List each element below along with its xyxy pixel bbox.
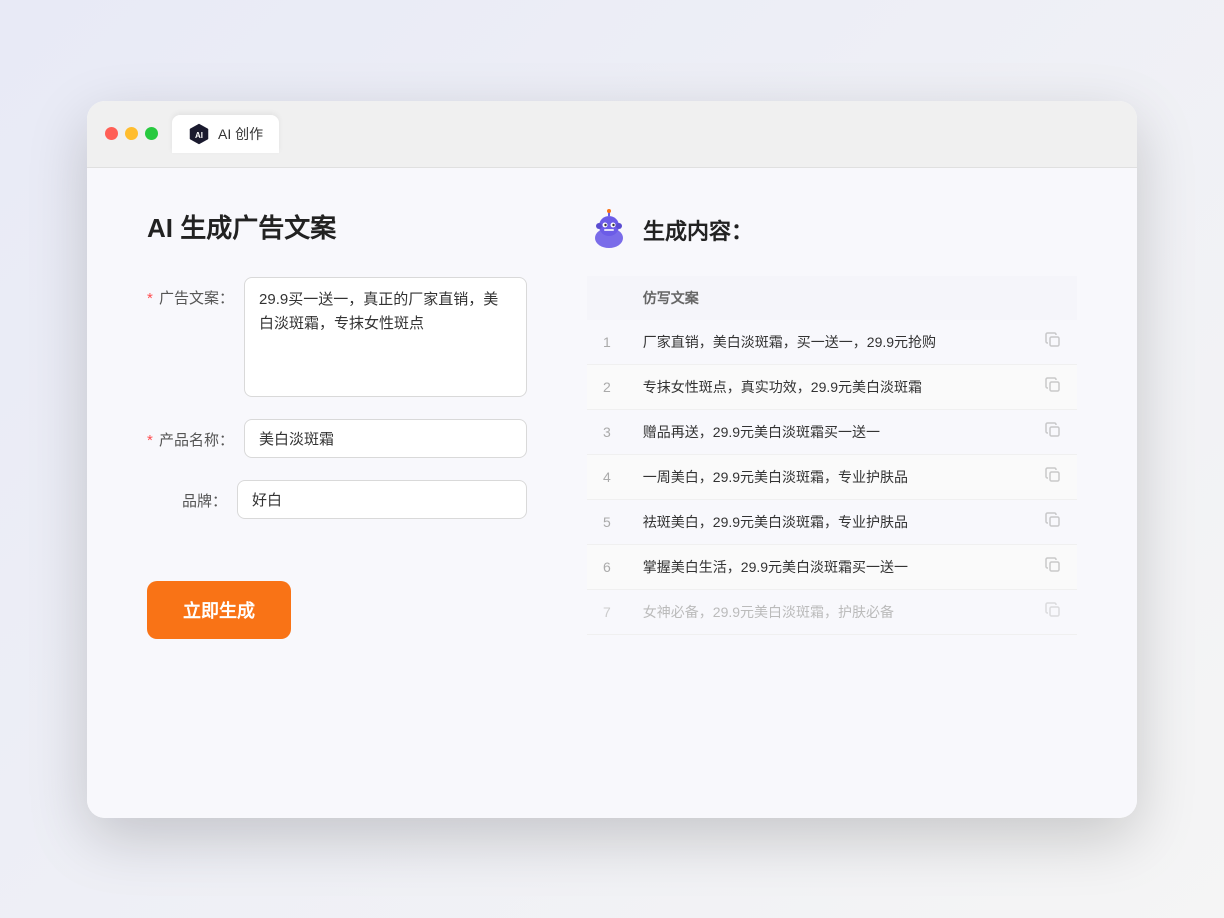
traffic-lights bbox=[105, 127, 158, 140]
table-row: 1厂家直销，美白淡斑霜，买一送一，29.9元抢购 bbox=[587, 320, 1077, 365]
table-row: 3赠品再送，29.9元美白淡斑霜买一送一 bbox=[587, 409, 1077, 454]
copy-button[interactable] bbox=[1019, 499, 1077, 544]
tab-ai-create[interactable]: AI AI 创作 bbox=[172, 115, 279, 153]
result-num: 2 bbox=[587, 364, 627, 409]
titlebar: AI AI 创作 bbox=[87, 101, 1137, 168]
brand-group: 品牌： 好白 bbox=[147, 480, 527, 519]
page-title: AI 生成广告文案 bbox=[147, 208, 527, 245]
browser-content: AI 生成广告文案 * 广告文案： 29.9买一送一，真正的厂家直销，美白淡斑霜… bbox=[87, 168, 1137, 818]
table-row: 7女神必备，29.9元美白淡斑霜，护肤必备 bbox=[587, 589, 1077, 634]
result-text: 赠品再送，29.9元美白淡斑霜买一送一 bbox=[627, 409, 1019, 454]
ai-tab-icon: AI bbox=[188, 123, 210, 145]
copy-button[interactable] bbox=[1019, 409, 1077, 454]
copy-button[interactable] bbox=[1019, 454, 1077, 499]
result-text: 一周美白，29.9元美白淡斑霜，专业护肤品 bbox=[627, 454, 1019, 499]
robot-icon bbox=[587, 208, 631, 252]
close-button[interactable] bbox=[105, 127, 118, 140]
result-num: 1 bbox=[587, 320, 627, 365]
brand-input[interactable]: 好白 bbox=[237, 480, 527, 519]
table-row: 2专抹女性斑点，真实功效，29.9元美白淡斑霜 bbox=[587, 364, 1077, 409]
generate-button[interactable]: 立即生成 bbox=[147, 581, 291, 639]
svg-text:AI: AI bbox=[195, 131, 203, 140]
result-text: 掌握美白生活，29.9元美白淡斑霜买一送一 bbox=[627, 544, 1019, 589]
result-text: 专抹女性斑点，真实功效，29.9元美白淡斑霜 bbox=[627, 364, 1019, 409]
result-num: 6 bbox=[587, 544, 627, 589]
col-num bbox=[587, 276, 627, 320]
product-name-group: * 产品名称： 美白淡斑霜 bbox=[147, 419, 527, 458]
col-header: 仿写文案 bbox=[627, 276, 1019, 320]
tab-label: AI 创作 bbox=[218, 124, 263, 144]
maximize-button[interactable] bbox=[145, 127, 158, 140]
right-panel: 生成内容： 仿写文案 1厂家直销，美白淡斑霜，买一送一，29.9元抢购2专抹女性… bbox=[587, 208, 1077, 778]
col-action bbox=[1019, 276, 1077, 320]
result-num: 5 bbox=[587, 499, 627, 544]
result-text: 厂家直销，美白淡斑霜，买一送一，29.9元抢购 bbox=[627, 320, 1019, 365]
ad-copy-input[interactable]: 29.9买一送一，真正的厂家直销，美白淡斑霜，专抹女性斑点 bbox=[244, 277, 527, 397]
right-title: 生成内容： bbox=[643, 214, 753, 246]
required-star-2: * bbox=[147, 432, 153, 449]
copy-button[interactable] bbox=[1019, 589, 1077, 634]
brand-label: 品牌： bbox=[147, 480, 227, 511]
copy-button[interactable] bbox=[1019, 544, 1077, 589]
product-name-input[interactable]: 美白淡斑霜 bbox=[244, 419, 527, 458]
ad-copy-group: * 广告文案： 29.9买一送一，真正的厂家直销，美白淡斑霜，专抹女性斑点 bbox=[147, 277, 527, 397]
copy-button[interactable] bbox=[1019, 320, 1077, 365]
browser-window: AI AI 创作 AI 生成广告文案 * 广告文案： 29.9买一送一，真正的厂… bbox=[87, 101, 1137, 818]
required-star-1: * bbox=[147, 290, 153, 307]
left-panel: AI 生成广告文案 * 广告文案： 29.9买一送一，真正的厂家直销，美白淡斑霜… bbox=[147, 208, 527, 778]
table-row: 4一周美白，29.9元美白淡斑霜，专业护肤品 bbox=[587, 454, 1077, 499]
ad-copy-label: * 广告文案： bbox=[147, 277, 234, 308]
result-num: 3 bbox=[587, 409, 627, 454]
table-row: 5祛斑美白，29.9元美白淡斑霜，专业护肤品 bbox=[587, 499, 1077, 544]
right-header: 生成内容： bbox=[587, 208, 1077, 252]
minimize-button[interactable] bbox=[125, 127, 138, 140]
copy-button[interactable] bbox=[1019, 364, 1077, 409]
result-num: 7 bbox=[587, 589, 627, 634]
result-num: 4 bbox=[587, 454, 627, 499]
result-text: 祛斑美白，29.9元美白淡斑霜，专业护肤品 bbox=[627, 499, 1019, 544]
results-table: 仿写文案 1厂家直销，美白淡斑霜，买一送一，29.9元抢购2专抹女性斑点，真实功… bbox=[587, 276, 1077, 635]
product-name-label: * 产品名称： bbox=[147, 419, 234, 450]
table-row: 6掌握美白生活，29.9元美白淡斑霜买一送一 bbox=[587, 544, 1077, 589]
result-text: 女神必备，29.9元美白淡斑霜，护肤必备 bbox=[627, 589, 1019, 634]
